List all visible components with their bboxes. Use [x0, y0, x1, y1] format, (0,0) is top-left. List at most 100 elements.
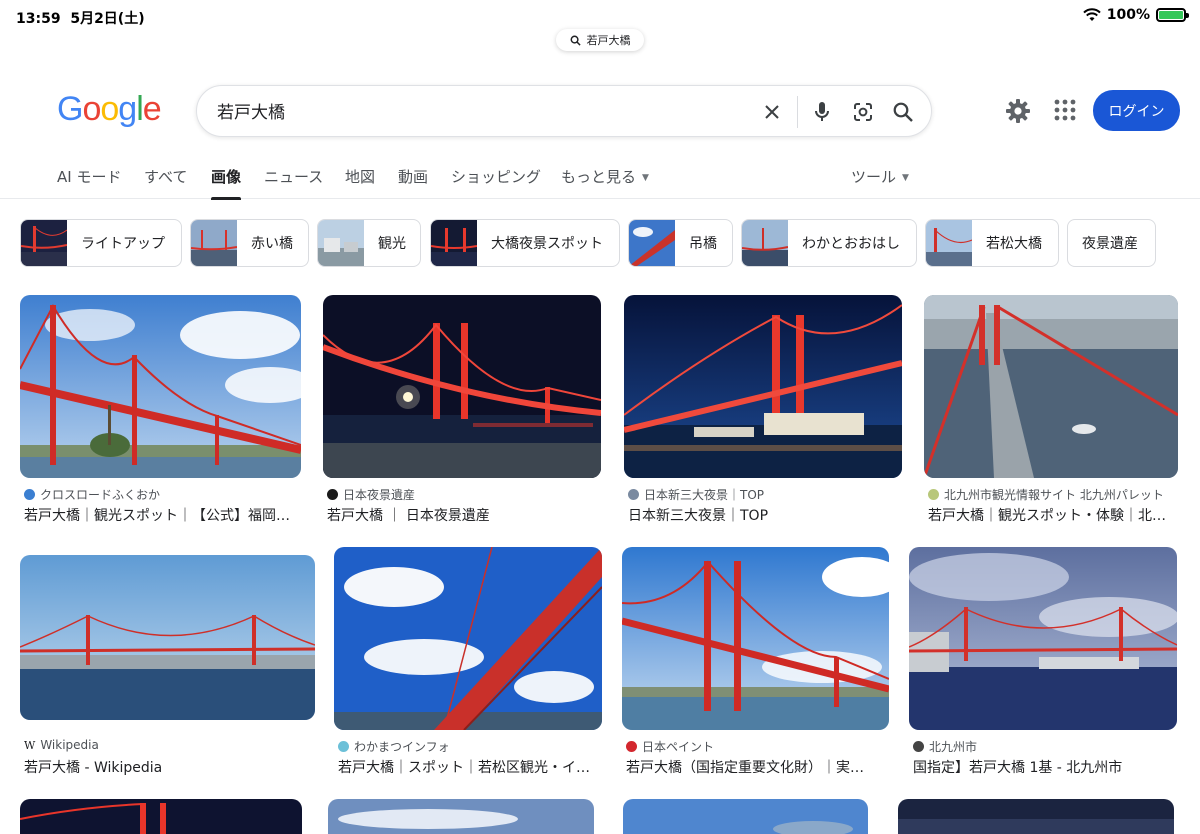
logo-letter: G [57, 90, 83, 128]
result-thumbnail[interactable] [623, 799, 868, 834]
chip-thumbnail [431, 220, 477, 266]
chip-thumbnail [318, 220, 364, 266]
image-result[interactable]: W Wikipedia 若戸大橋 - Wikipedia [20, 547, 315, 777]
result-title[interactable]: 国指定】若戸大橋 1基 - 北九州市 [913, 757, 1177, 777]
result-thumbnail[interactable] [909, 547, 1177, 730]
tab-all[interactable]: すべて [144, 166, 187, 199]
chip-thumbnail [742, 220, 788, 266]
result-thumbnail[interactable] [924, 295, 1178, 478]
chip-label: 夜景遺産 [1082, 236, 1138, 252]
favicon-icon [24, 489, 35, 500]
search-icon [570, 35, 581, 46]
favicon-icon [928, 489, 939, 500]
chip-night-spot[interactable]: 大橋夜景スポット [430, 219, 620, 267]
chip-thumbnail [191, 220, 237, 266]
login-button[interactable]: ログイン [1093, 90, 1180, 131]
battery-level [1159, 11, 1183, 19]
result-title[interactable]: 日本新三大夜景｜TOP [628, 505, 902, 525]
result-source[interactable]: 北九州市観光情報サイト 北九州パレット [928, 486, 1164, 503]
result-source[interactable]: クロスロードふくおか [24, 486, 160, 503]
result-source[interactable]: W Wikipedia [24, 738, 99, 752]
result-thumbnail[interactable] [624, 295, 902, 478]
chip-sightseeing[interactable]: 観光 [317, 219, 421, 267]
chip-label: わかとおおはし [802, 236, 900, 252]
image-result[interactable]: わかまつインフォ 若戸大橋｜スポット｜若松区観光・イベント情報 [334, 547, 602, 777]
chip-label: 若松大橋 [986, 236, 1042, 252]
result-thumbnail[interactable] [898, 799, 1174, 834]
status-time: 13:59 5月2日(土) [16, 8, 145, 28]
result-thumbnail[interactable] [323, 295, 601, 478]
favicon-icon [338, 741, 349, 752]
search-divider [797, 96, 798, 128]
address-bar[interactable]: 若戸大橋 [556, 29, 644, 51]
chip-wakatoohashi[interactable]: わかとおおはし [741, 219, 917, 267]
chip-wakamatsu-bridge[interactable]: 若松大橋 [925, 219, 1059, 267]
result-title[interactable]: 若戸大橋｜観光スポット・体験｜北九州市観光情報サイト [928, 505, 1178, 525]
result-source[interactable]: わかまつインフォ [338, 738, 450, 755]
result-source[interactable]: 日本新三大夜景｜TOP [628, 486, 764, 503]
result-thumbnail[interactable] [328, 799, 594, 834]
battery-percent: 100% [1106, 7, 1150, 23]
result-thumbnail[interactable] [622, 547, 889, 730]
settings-gear-icon[interactable] [1004, 97, 1032, 125]
chip-red-bridge[interactable]: 赤い橋 [190, 219, 309, 267]
image-result[interactable]: 日本ペイント 若戸大橋（国指定重要文化財）｜実績紹介 [622, 547, 889, 777]
image-result[interactable]: クロスロードふくおか 若戸大橋｜観光スポット｜【公式】福岡県の観光/旅行情報 [20, 295, 301, 525]
chip-thumbnail [926, 220, 972, 266]
image-result[interactable]: 日本夜景遺産 若戸大橋 ｜ 日本夜景遺産 [323, 295, 601, 525]
lens-icon[interactable] [850, 99, 876, 125]
chip-lightup[interactable]: ライトアップ [20, 219, 182, 267]
chip-label: 観光 [378, 236, 406, 252]
tools-button[interactable]: ツール ▼ [851, 166, 909, 199]
result-source[interactable]: 日本夜景遺産 [327, 486, 415, 503]
wifi-icon [1083, 8, 1101, 21]
favicon-icon [628, 489, 639, 500]
result-source-text: 日本夜景遺産 [343, 488, 416, 502]
result-title[interactable]: 若戸大橋（国指定重要文化財）｜実績紹介 [626, 757, 876, 777]
search-input[interactable] [217, 100, 737, 120]
chip-suspension-bridge[interactable]: 吊橋 [628, 219, 733, 267]
wikipedia-icon: W [24, 738, 36, 752]
tab-more[interactable]: もっと見る ▼ [561, 166, 649, 199]
tab-news[interactable]: ニュース [264, 166, 323, 199]
status-clock: 13:59 [16, 11, 61, 27]
result-thumbnail[interactable] [20, 555, 315, 720]
tab-ai-mode[interactable]: AI モード [57, 166, 121, 199]
result-source-text: 北九州市 [929, 740, 978, 754]
dropdown-caret-icon: ▼ [902, 172, 909, 183]
image-result[interactable]: 北九州市 国指定】若戸大橋 1基 - 北九州市 [909, 547, 1177, 777]
result-source[interactable]: 北九州市 [913, 738, 977, 755]
clear-icon[interactable] [759, 99, 785, 125]
result-thumbnail[interactable] [20, 295, 301, 478]
result-source-text: 北九州市観光情報サイト 北九州パレット [944, 488, 1164, 502]
tab-shopping[interactable]: ショッピング [451, 166, 541, 199]
battery-icon [1156, 8, 1189, 22]
image-result[interactable]: 日本新三大夜景｜TOP 日本新三大夜景｜TOP [624, 295, 902, 525]
google-logo[interactable]: Google [57, 90, 162, 129]
chip-label: ライトアップ [81, 236, 165, 252]
tab-maps[interactable]: 地図 [345, 166, 375, 199]
result-title[interactable]: 若戸大橋 - Wikipedia [24, 757, 314, 777]
search-box [196, 85, 932, 137]
microphone-icon[interactable] [809, 99, 835, 125]
favicon-icon [327, 489, 338, 500]
tab-videos[interactable]: 動画 [398, 166, 428, 199]
chip-label: 赤い橋 [251, 236, 293, 252]
status-date: 5月2日(土) [70, 11, 145, 27]
result-thumbnail[interactable] [20, 799, 302, 834]
apps-grid-icon[interactable] [1052, 97, 1078, 123]
logo-letter: g [118, 90, 137, 128]
image-result[interactable]: 北九州市観光情報サイト 北九州パレット 若戸大橋｜観光スポット・体験｜北九州市観… [924, 295, 1178, 525]
search-submit-icon[interactable] [890, 99, 916, 125]
result-thumbnail[interactable] [334, 547, 602, 730]
tab-images[interactable]: 画像 [211, 166, 242, 200]
logo-letter: o [100, 90, 119, 128]
chip-night-heritage[interactable]: 夜景遺産 [1067, 219, 1156, 267]
chip-label: 吊橋 [689, 236, 717, 252]
result-source[interactable]: 日本ペイント [626, 738, 714, 755]
result-title[interactable]: 若戸大橋｜スポット｜若松区観光・イベント情報 [338, 757, 602, 777]
result-title[interactable]: 若戸大橋｜観光スポット｜【公式】福岡県の観光/旅行情報 [24, 505, 300, 525]
result-title[interactable]: 若戸大橋 ｜ 日本夜景遺産 [327, 505, 601, 525]
favicon-icon [913, 741, 924, 752]
result-source-text: わかまつインフォ [354, 740, 450, 754]
